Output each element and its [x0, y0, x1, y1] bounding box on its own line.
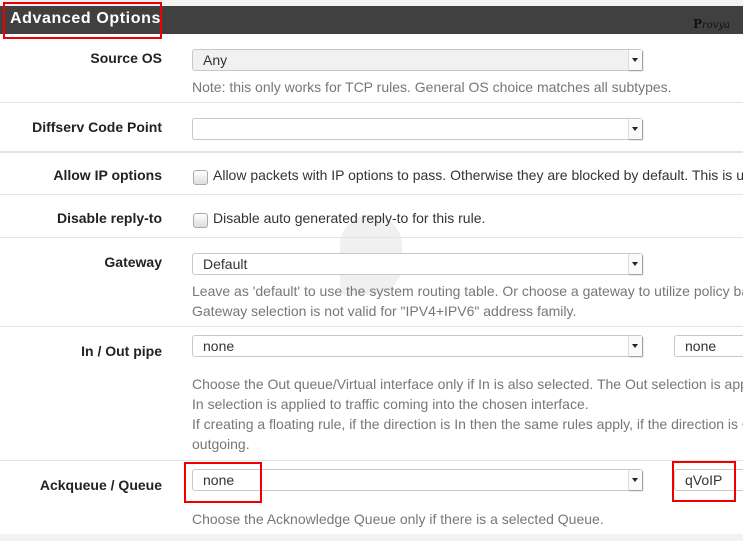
in-pipe-select[interactable]: none [192, 335, 643, 357]
disable-reply-label: Disable reply-to [56, 210, 162, 226]
row-gateway: Gateway Default Leave as 'default' to us… [0, 238, 743, 327]
allow-ip-text: Allow packets with IP options to pass. O… [213, 167, 743, 183]
queue-label: Ackqueue / Queue [39, 477, 162, 493]
queue-highlight-box [672, 461, 736, 502]
chevron-down-icon [628, 254, 642, 274]
pipe-help-3: If creating a floating rule, if the dire… [192, 416, 743, 432]
source-os-label: Source OS [90, 50, 162, 66]
row-ackqueue-queue: Ackqueue / Queue none qVoIP Choose the A… [0, 461, 743, 534]
row-disable-reply-to: Disable reply-to Disable auto generated … [0, 195, 743, 238]
gateway-select[interactable]: Default [192, 253, 643, 275]
bottom-strip [0, 534, 743, 541]
gateway-help-1: Leave as 'default' to use the system rou… [192, 283, 743, 299]
out-pipe-select[interactable]: none [674, 335, 743, 357]
allow-ip-label: Allow IP options [53, 167, 162, 183]
disable-reply-text: Disable auto generated reply-to for this… [213, 210, 486, 226]
row-diffserv: Diffserv Code Point [0, 102, 743, 153]
row-allow-ip-options: Allow IP options Allow packets with IP o… [0, 152, 743, 195]
diffserv-label: Diffserv Code Point [32, 119, 162, 135]
pipe-help-2: In selection is applied to traffic comin… [192, 396, 589, 412]
pipe-help-1: Choose the Out queue/Virtual interface o… [192, 376, 743, 392]
chevron-down-icon [628, 50, 642, 70]
source-os-select[interactable]: Any [192, 49, 643, 71]
pipe-help-4: outgoing. [192, 436, 250, 452]
disable-reply-checkbox[interactable] [193, 213, 208, 228]
brand-logo: Provya [693, 17, 731, 31]
allow-ip-checkbox[interactable] [193, 170, 208, 185]
ackqueue-highlight-box [184, 462, 262, 503]
row-in-out-pipe: In / Out pipe none none Choose the Out q… [0, 327, 743, 461]
chevron-down-icon [628, 119, 642, 139]
gateway-help-2: Gateway selection is not valid for "IPV4… [192, 303, 577, 319]
queue-help: Choose the Acknowledge Queue only if the… [192, 511, 604, 527]
chevron-down-icon [628, 470, 642, 490]
diffserv-select[interactable] [192, 118, 643, 140]
chevron-down-icon [628, 336, 642, 356]
pipe-label: In / Out pipe [81, 343, 162, 359]
gateway-label: Gateway [104, 254, 162, 270]
source-os-help: Note: this only works for TCP rules. Gen… [192, 79, 672, 95]
